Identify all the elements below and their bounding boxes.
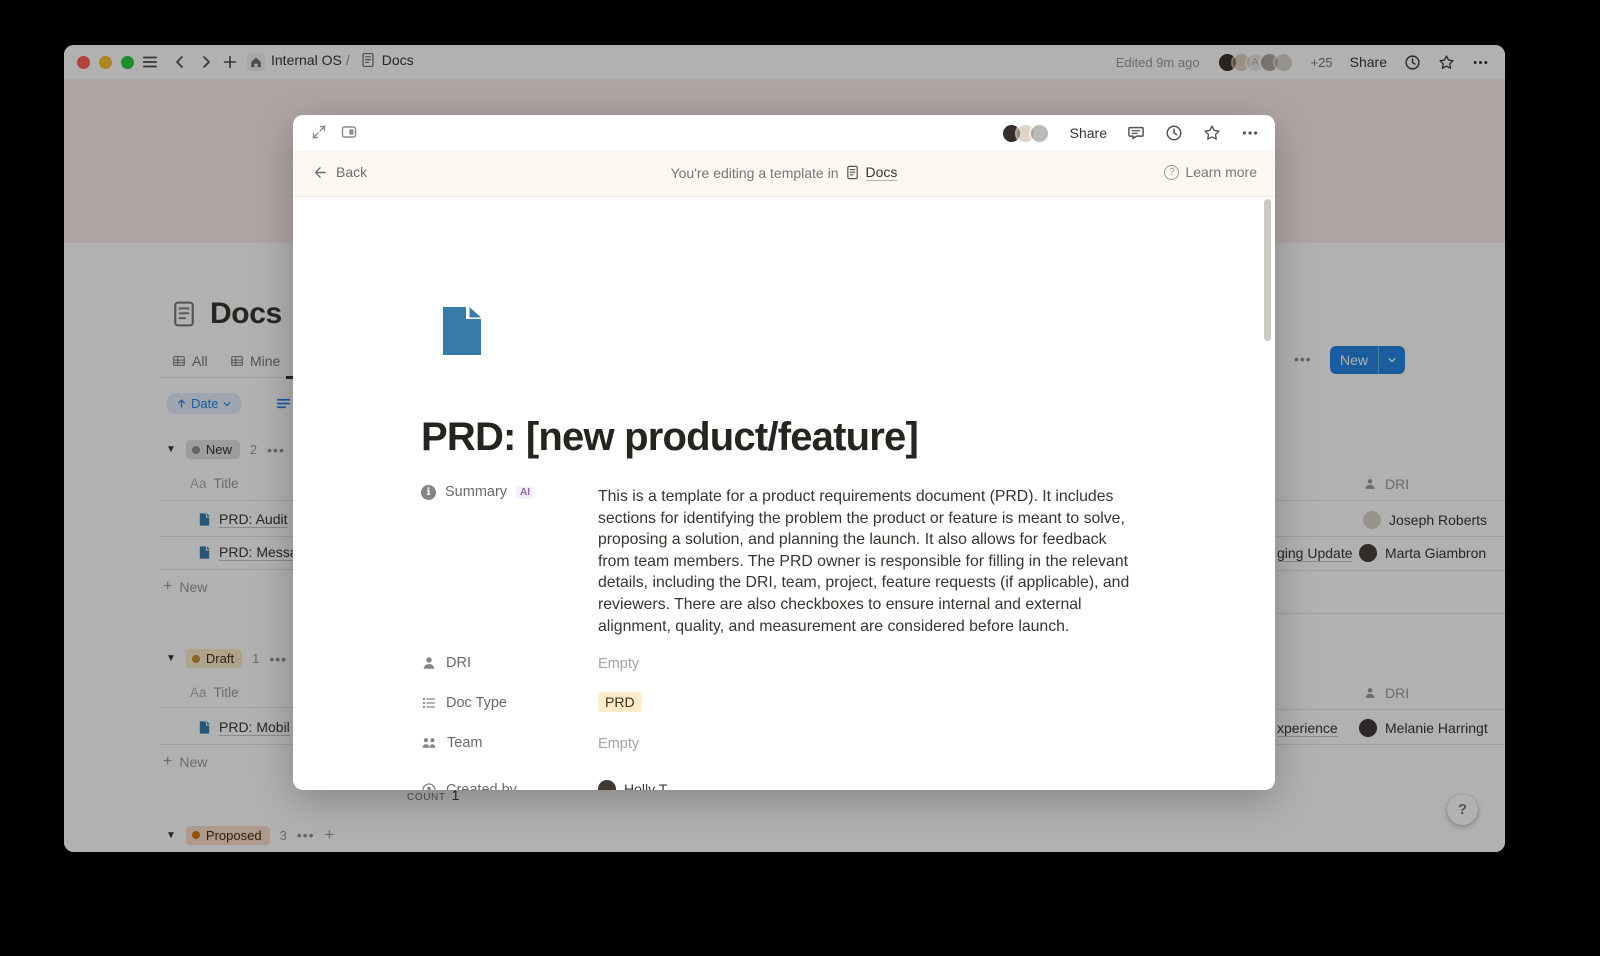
person-name: Holly T — [624, 781, 667, 790]
prd-tag: PRD — [598, 692, 642, 712]
template-banner: Back You're editing a template in Docs ?… — [293, 151, 1275, 197]
info-icon: i — [421, 485, 436, 500]
summary-value[interactable]: This is a template for a product require… — [598, 486, 1140, 637]
property-label: Doc Type — [446, 695, 507, 711]
question-circle-icon: ? — [1164, 165, 1179, 180]
doctype-value[interactable]: PRD — [598, 692, 642, 712]
template-banner-message: You're editing a template in Docs — [293, 164, 1275, 181]
property-summary[interactable]: i Summary AI — [421, 484, 534, 500]
dri-value[interactable]: Empty — [598, 656, 639, 672]
property-label: DRI — [446, 655, 471, 671]
modal-share-button[interactable]: Share — [1070, 125, 1107, 141]
more-options-icon[interactable] — [1241, 124, 1259, 142]
created-by-value[interactable]: Holly T — [598, 780, 667, 790]
learn-more-link[interactable]: ? Learn more — [1164, 164, 1257, 180]
updates-clock-icon[interactable] — [1165, 124, 1183, 142]
avatar — [598, 780, 616, 790]
app-window: Internal OS / Docs Edited 9m ago A +25 S… — [64, 45, 1505, 852]
side-peek-icon[interactable] — [341, 124, 357, 140]
ai-badge: AI — [516, 486, 534, 499]
property-created-by[interactable]: Created by — [421, 782, 517, 790]
property-doctype[interactable]: Doc Type — [421, 695, 507, 711]
comments-icon[interactable] — [1127, 124, 1145, 142]
document-title[interactable]: PRD: [new product/feature] — [421, 415, 918, 460]
template-editor-modal: Share Back You're ed — [293, 115, 1275, 790]
modal-toolbar: Share — [293, 115, 1275, 151]
avatar — [1029, 123, 1050, 144]
modal-scrollbar[interactable] — [1264, 199, 1271, 341]
property-label: Summary — [445, 484, 507, 500]
modal-collaborator-avatars[interactable] — [1008, 123, 1050, 144]
property-team[interactable]: Team — [421, 735, 482, 751]
property-dri[interactable]: DRI — [421, 655, 471, 671]
expand-icon[interactable] — [311, 124, 327, 140]
template-target-link[interactable]: Docs — [866, 164, 898, 181]
property-label: Created by — [446, 782, 517, 790]
team-value[interactable]: Empty — [598, 736, 639, 752]
learn-more-label: Learn more — [1185, 164, 1257, 180]
favorite-star-icon[interactable] — [1203, 124, 1221, 142]
property-label: Team — [447, 735, 482, 751]
doc-icon — [845, 165, 860, 180]
page-icon[interactable] — [437, 305, 487, 357]
